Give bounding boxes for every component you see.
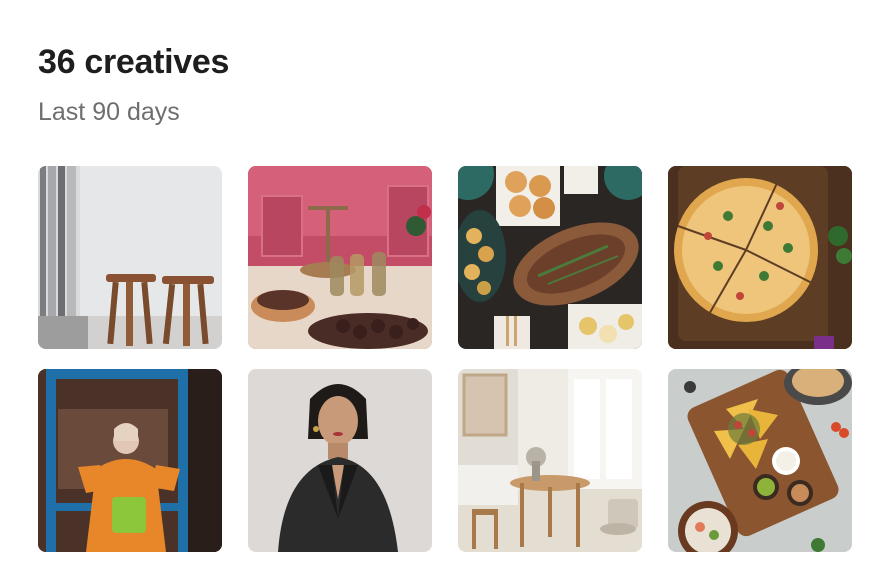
date-range-label: Last 90 days [38, 98, 180, 126]
creative-thumbnail-nachos[interactable] [668, 369, 852, 552]
creative-thumbnail-orange-outfit[interactable] [38, 369, 222, 552]
creative-thumbnail-stools[interactable] [38, 166, 222, 349]
creative-thumbnail-roast-fish[interactable] [458, 166, 642, 349]
page-title: 36 creatives [38, 43, 230, 81]
creative-thumbnail-pizza[interactable] [668, 166, 852, 349]
creative-thumbnail-black-blazer[interactable] [248, 369, 432, 552]
creatives-panel: 36 creatives Last 90 days [0, 0, 892, 573]
creative-thumbnail-dessert-table[interactable] [248, 166, 432, 349]
creatives-grid [38, 166, 852, 552]
creative-thumbnail-dining-room[interactable] [458, 369, 642, 552]
